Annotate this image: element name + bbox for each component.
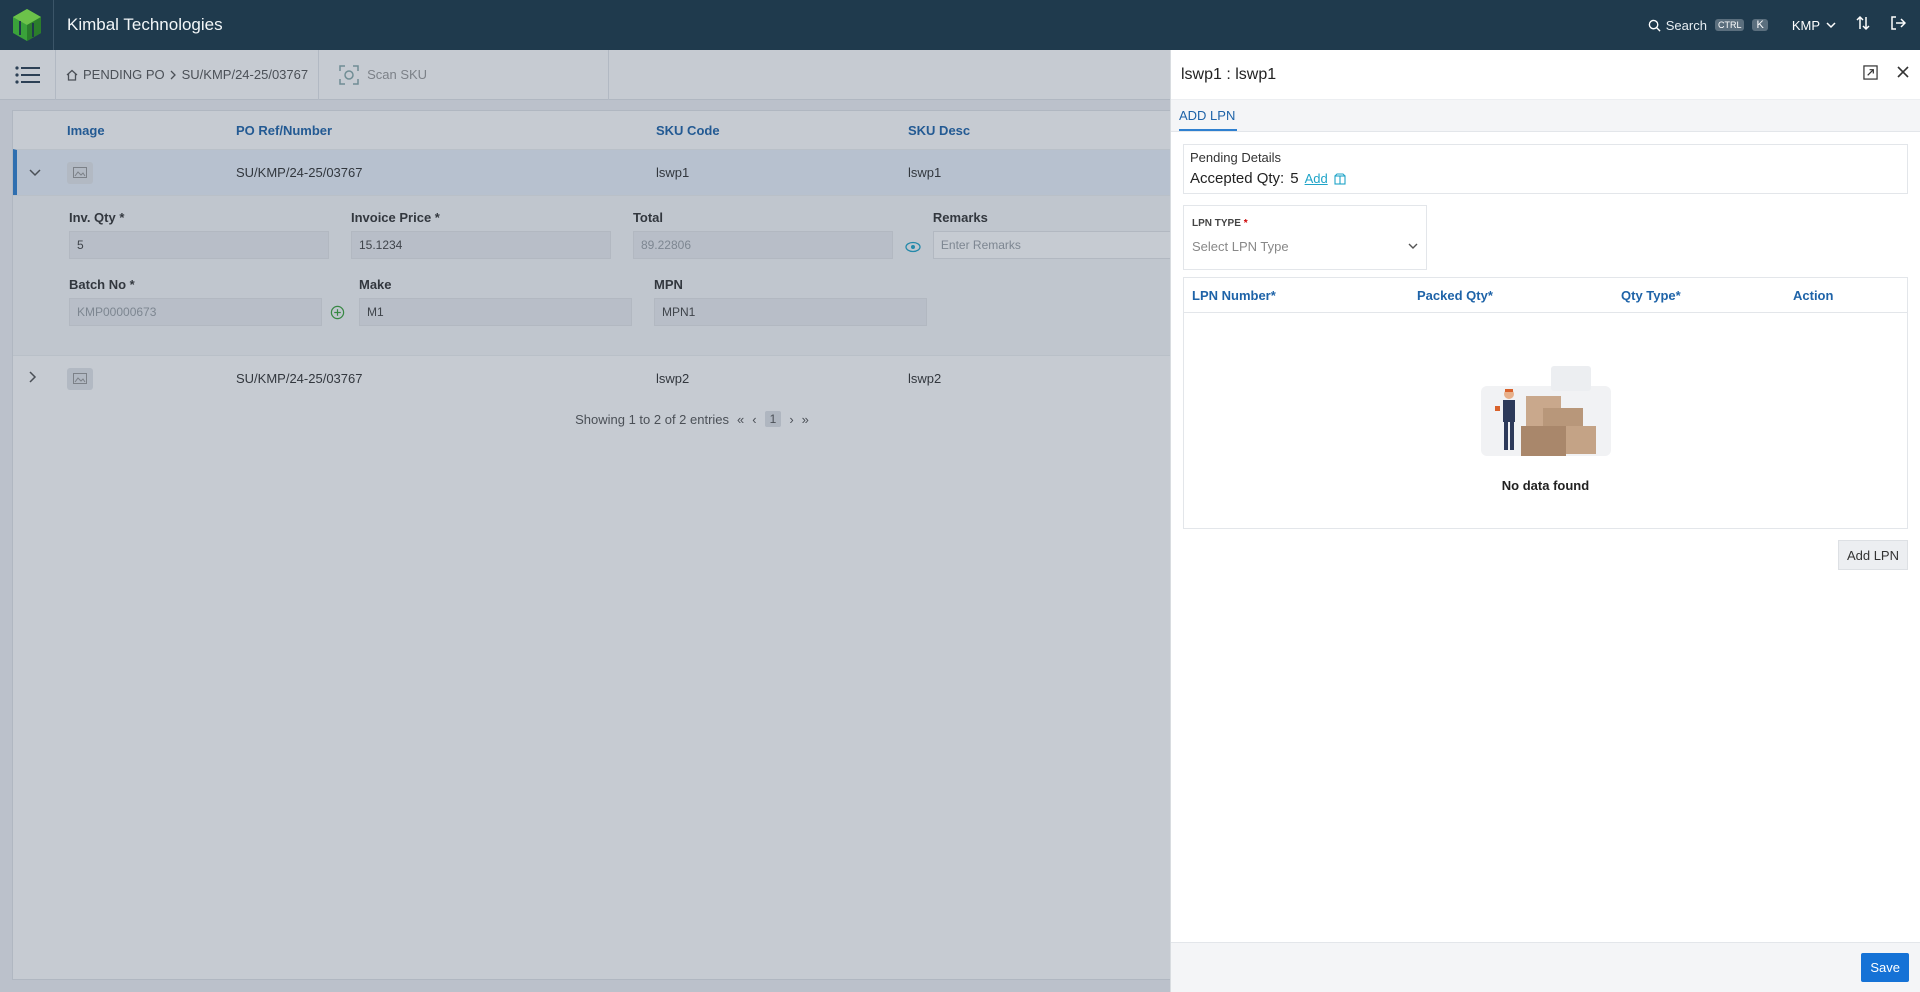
sort-icon[interactable] xyxy=(1856,15,1870,35)
org-selector[interactable]: KMP xyxy=(1792,18,1836,33)
required-marker: * xyxy=(1243,218,1248,229)
org-label: KMP xyxy=(1791,17,1820,33)
brand-name: Kimbal Technologies xyxy=(67,15,223,34)
lpn-type-placeholder: Select LPN Type xyxy=(1192,239,1289,254)
kbd-ctrl: CTRL xyxy=(1714,19,1745,31)
expand-icon[interactable] xyxy=(1863,64,1878,85)
empty-boxes-illustration xyxy=(1480,366,1611,456)
col-packed-qty: Packed Qty* xyxy=(1417,287,1493,303)
panel-footer: Save xyxy=(1171,942,1920,992)
close-icon[interactable] xyxy=(1896,65,1910,85)
col-action: Action xyxy=(1793,287,1834,303)
add-link[interactable]: Add xyxy=(1305,171,1328,186)
pending-details: Pending Details Accepted Qty: 5 Add xyxy=(1183,144,1908,194)
global-search[interactable]: Search CTRL K xyxy=(1648,18,1768,33)
save-button[interactable]: Save xyxy=(1861,953,1909,982)
add-lpn-panel: lswp1 : lswp1 ADD LPN Pending Details Ac… xyxy=(1170,50,1920,992)
panel-title: lswp1 : lswp1 xyxy=(1181,65,1277,83)
kbd-k: K xyxy=(1752,19,1768,31)
lpn-type-field: LPN TYPE * Select LPN Type xyxy=(1183,205,1427,270)
top-bar: Kimbal Technologies Search CTRL K KMP xyxy=(0,0,1920,50)
accepted-qty-label: Accepted Qty: xyxy=(1190,170,1285,187)
col-qty-type: Qty Type* xyxy=(1621,287,1681,303)
add-lpn-button[interactable]: Add LPN xyxy=(1837,540,1908,570)
chevron-down-icon xyxy=(1408,243,1418,249)
empty-message: No data found xyxy=(1501,478,1590,493)
logout-icon[interactable] xyxy=(1890,15,1907,35)
search-icon xyxy=(1648,19,1661,32)
col-lpn-number: LPN Number* xyxy=(1192,287,1276,303)
chevron-down-icon xyxy=(1826,21,1836,28)
app-logo[interactable] xyxy=(0,0,54,50)
accepted-qty-value: 5 xyxy=(1290,170,1299,187)
tab-add-lpn[interactable]: ADD LPN xyxy=(1179,108,1238,131)
search-label: Search xyxy=(1665,17,1707,33)
lpn-type-select[interactable]: Select LPN Type xyxy=(1192,239,1418,254)
modal-backdrop[interactable] xyxy=(0,50,1170,992)
lpn-type-label: LPN TYPE xyxy=(1192,218,1241,229)
lpn-table: LPN Number* Packed Qty* Qty Type* Action… xyxy=(1183,277,1908,529)
box-icon[interactable] xyxy=(1334,172,1346,185)
logo-icon xyxy=(12,9,41,41)
pending-title: Pending Details xyxy=(1190,150,1282,165)
